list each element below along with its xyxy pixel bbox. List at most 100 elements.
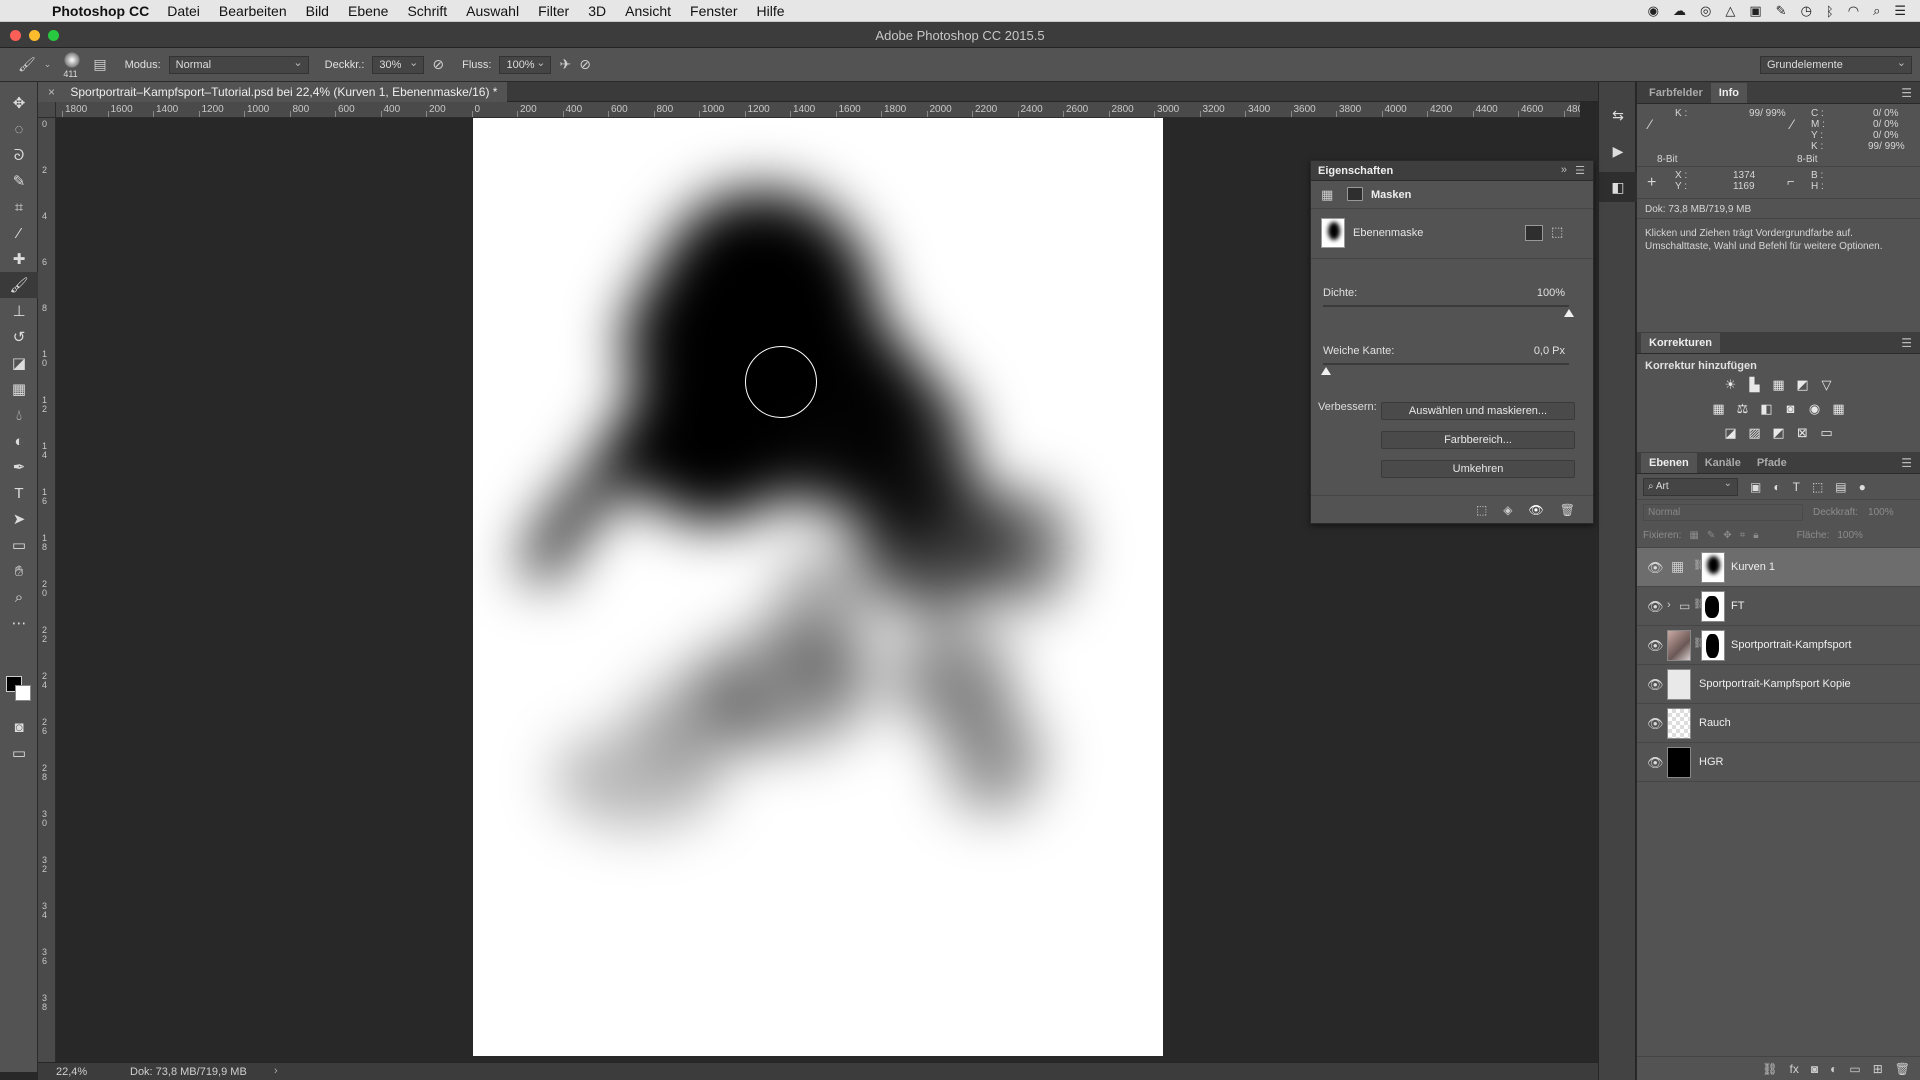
status-menu-arrow[interactable]: › (274, 1065, 278, 1077)
link-layers-icon[interactable]: ⛓︎ (1762, 1062, 1777, 1076)
new-group-icon[interactable]: ▭ (1849, 1062, 1860, 1076)
density-value[interactable]: 100% (1537, 287, 1565, 299)
layer-thumbnail[interactable] (1667, 630, 1691, 661)
filter-toggle-icon[interactable]: ● (1859, 480, 1866, 494)
display-icon[interactable]: ▣ (1749, 3, 1761, 19)
feather-slider-thumb[interactable] (1321, 367, 1331, 375)
menu-datei[interactable]: Datei (167, 3, 200, 19)
posterize-icon[interactable]: ▨ (1746, 424, 1764, 442)
layer-name[interactable]: Sportportrait-Kampfsport Kopie (1699, 678, 1851, 690)
hand-tool-icon[interactable]: ✋︎ (0, 558, 38, 584)
visibility-eye-icon[interactable]: 👁︎ (1647, 638, 1664, 654)
filter-smartobject-icon[interactable]: ▤ (1835, 480, 1846, 494)
lock-artboard-icon[interactable]: ⌗ (1740, 530, 1746, 541)
history-panel-icon[interactable]: ⇆ (1599, 100, 1637, 130)
document-tab[interactable]: × Sportportrait–Kampfsport–Tutorial.psd … (38, 82, 508, 102)
background-color-swatch[interactable] (15, 685, 31, 701)
menu-auswahl[interactable]: Auswahl (466, 3, 519, 19)
exposure-icon[interactable]: ◩ (1794, 376, 1812, 394)
apply-mask-icon[interactable]: ◈ (1503, 503, 1512, 517)
new-adjustment-layer-icon[interactable]: ◐ (1830, 1062, 1837, 1076)
menu-bild[interactable]: Bild (306, 3, 329, 19)
document-canvas[interactable] (473, 118, 1163, 1056)
rectangle-tool-icon[interactable]: ▭ (0, 532, 38, 558)
history-brush-tool-icon[interactable]: ↺ (0, 324, 38, 350)
zoom-tool-icon[interactable]: ⌕ (0, 584, 38, 610)
workspace-select[interactable]: Grundelemente (1760, 56, 1912, 74)
menu-filter[interactable]: Filter (538, 3, 569, 19)
zoom-level[interactable]: 22,4% (56, 1066, 87, 1078)
visibility-eye-icon[interactable]: 👁︎ (1647, 677, 1664, 693)
tab-info[interactable]: Info (1710, 83, 1747, 103)
density-slider[interactable]: Dichte: 100% (1323, 287, 1579, 327)
panel-menu-icon[interactable]: ☰ (1575, 164, 1585, 177)
menu-ebene[interactable]: Ebene (348, 3, 388, 19)
filter-adjustment-icon[interactable]: ◐ (1773, 480, 1780, 494)
eraser-tool-icon[interactable]: ◪ (0, 350, 38, 376)
tab-farbfelder[interactable]: Farbfelder (1641, 83, 1711, 103)
filter-pixel-icon[interactable]: ▣ (1750, 480, 1761, 494)
pressure-size-icon[interactable]: ⊘ (579, 56, 591, 73)
quick-selection-tool-icon[interactable]: ✎ (0, 168, 38, 194)
adjustment-properties-icon[interactable]: ▦ (1321, 187, 1333, 203)
fill-value[interactable]: 100% (1837, 530, 1863, 541)
layer-row[interactable]: 👁︎ Sportportrait-Kampfsport Kopie (1637, 665, 1920, 704)
new-layer-icon[interactable]: ⊞ (1873, 1062, 1883, 1076)
tab-ebenen[interactable]: Ebenen (1641, 453, 1697, 473)
pen-tool-icon[interactable]: ✒ (0, 454, 38, 480)
time-machine-icon[interactable]: ◷ (1801, 3, 1812, 19)
spotlight-icon[interactable]: ⌕ (1873, 3, 1880, 19)
script-icon[interactable]: ✎ (1776, 3, 1787, 19)
visibility-eye-icon[interactable]: 👁︎ (1647, 560, 1664, 576)
brush-tool-preset-icon[interactable]: 🖌︎ (18, 56, 36, 73)
close-icon[interactable]: × (48, 85, 55, 99)
vector-mask-icon[interactable]: ⬚ (1551, 224, 1563, 240)
brush-preset-picker[interactable]: 411 (59, 50, 85, 80)
layer-row[interactable]: 👁︎ ▦ ⛓︎ Kurven 1 (1637, 548, 1920, 587)
visibility-eye-icon[interactable]: 👁︎ (1647, 755, 1664, 771)
layer-name[interactable]: HGR (1699, 756, 1723, 768)
delete-mask-icon[interactable]: 🗑︎ (1560, 503, 1575, 517)
layer-thumbnail[interactable] (1667, 708, 1691, 739)
layer-thumbnail[interactable] (1667, 747, 1691, 778)
add-mask-icon[interactable]: ◙ (1811, 1062, 1818, 1076)
chevron-down-icon[interactable]: ⌄ (44, 59, 52, 70)
ruler-origin[interactable] (38, 102, 56, 118)
dodge-tool-icon[interactable]: ◐ (0, 428, 38, 454)
blend-mode-select[interactable]: Normal (1643, 503, 1803, 521)
lock-all-icon[interactable]: 🔒︎ (1753, 530, 1758, 541)
mask-properties-icon[interactable] (1347, 187, 1363, 201)
layer-row[interactable]: 👁︎ › ▭ ⛓︎ FT (1637, 587, 1920, 626)
notification-center-icon[interactable]: ☰ (1894, 3, 1906, 19)
type-tool-icon[interactable]: T (0, 480, 38, 506)
hue-saturation-icon[interactable]: ▦ (1710, 400, 1728, 418)
lock-position-icon[interactable]: ✥ (1723, 530, 1731, 541)
panel-menu-icon[interactable]: ☰ (1901, 456, 1912, 470)
menu-hilfe[interactable]: Hilfe (757, 3, 785, 19)
eyedropper-tool-icon[interactable]: ⁄ (0, 220, 38, 246)
more-tools-icon[interactable]: ⋯ (0, 610, 38, 636)
load-selection-icon[interactable]: ⬚ (1476, 503, 1487, 517)
pixel-mask-button[interactable] (1525, 225, 1543, 241)
tab-korrekturen[interactable]: Korrekturen (1641, 333, 1720, 353)
photo-filter-icon[interactable]: ◙ (1782, 400, 1800, 418)
layer-row[interactable]: 👁︎ Rauch (1637, 704, 1920, 743)
layer-name[interactable]: FT (1731, 600, 1744, 612)
expand-panels-icon[interactable] (1599, 82, 1635, 86)
selective-color-icon[interactable]: ⊠ (1794, 424, 1812, 442)
delete-layer-icon[interactable]: 🗑︎ (1895, 1062, 1910, 1076)
curves-icon[interactable]: ▦ (1770, 376, 1788, 394)
lasso-tool-icon[interactable]: ᘐ (0, 142, 38, 168)
feather-track[interactable] (1323, 363, 1569, 365)
wifi-icon[interactable]: ◠ (1848, 3, 1859, 19)
layer-mask-thumbnail[interactable] (1701, 630, 1725, 661)
brush-panel-toggle-icon[interactable]: ▤ (93, 56, 106, 73)
feather-value[interactable]: 0,0 Px (1534, 345, 1565, 357)
pressure-opacity-icon[interactable]: ⊘ (432, 56, 444, 73)
crop-tool-icon[interactable]: ⌗ (0, 194, 38, 220)
gradient-tool-icon[interactable]: ▦ (0, 376, 38, 402)
menu-bearbeiten[interactable]: Bearbeiten (219, 3, 287, 19)
tab-pfade[interactable]: Pfade (1749, 453, 1795, 473)
properties-panel-icon[interactable]: ◧ (1599, 172, 1637, 202)
menu-fenster[interactable]: Fenster (690, 3, 737, 19)
